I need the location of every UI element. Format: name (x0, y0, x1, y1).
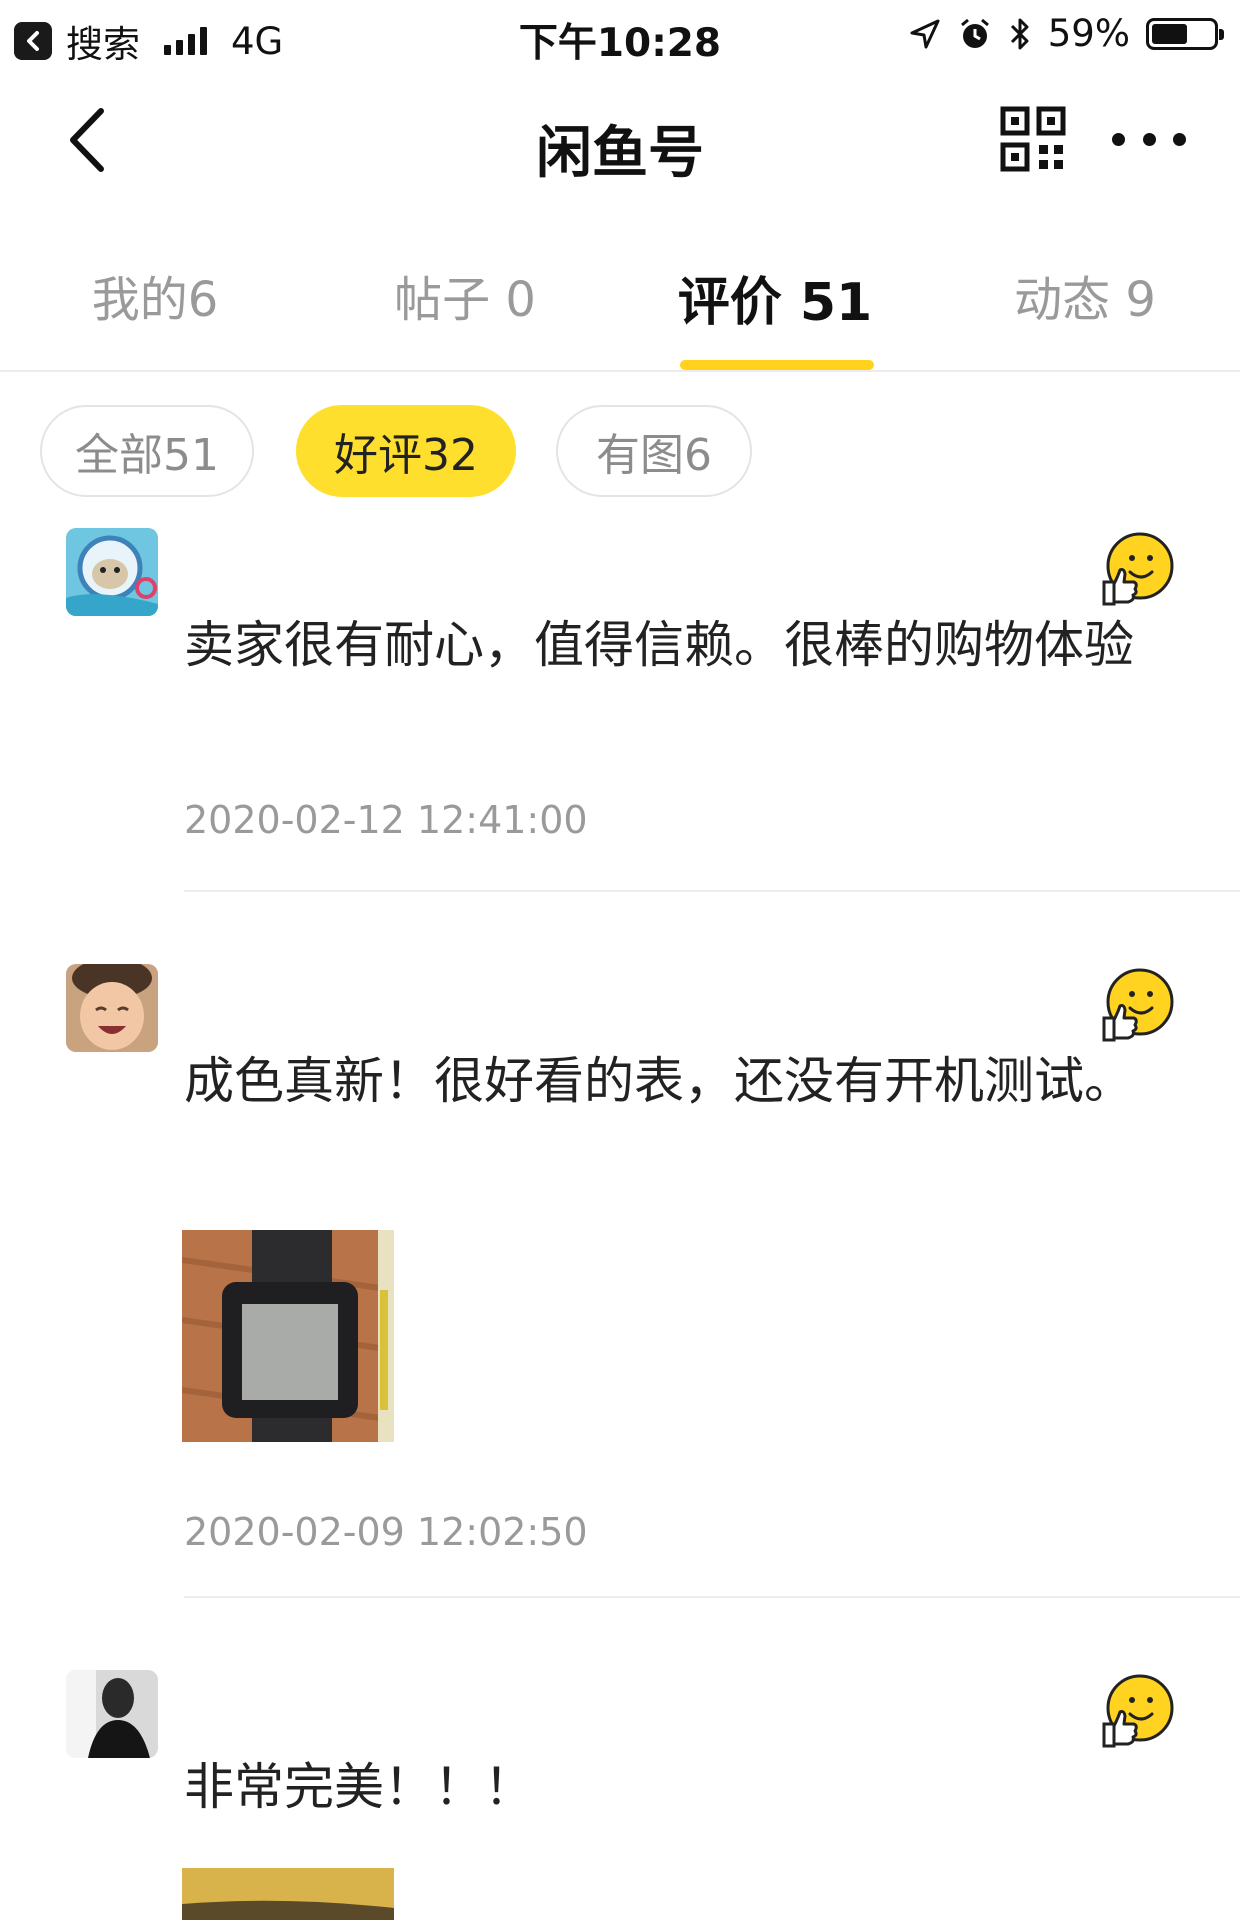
location-arrow-icon (910, 19, 940, 48)
navigation-bar: 闲鱼号 (0, 70, 1240, 210)
review-filters: 全部51 好评32 有图6 (0, 405, 1240, 501)
review-photo[interactable] (182, 1868, 394, 1920)
review-timestamp: 2020-02-09 12:02:50 (184, 1510, 588, 1554)
profile-tabs: 我的6 帖子 0 评价 51 动态 9 (0, 230, 1240, 372)
avatar[interactable] (66, 1670, 158, 1758)
battery-icon (1146, 17, 1224, 50)
tab-activity[interactable]: 动态 9 (930, 260, 1240, 330)
active-tab-indicator (680, 360, 874, 370)
filter-positive[interactable]: 好评32 (296, 405, 516, 497)
more-dots-icon (1112, 132, 1125, 146)
happy-thumbs-up-emoji-icon (1100, 968, 1176, 1044)
review-item: 成色真新！很好看的表，还没有开机测试。 2020-02-09 12:02:50 (0, 964, 1240, 1604)
avatar[interactable] (66, 528, 158, 616)
more-options-button[interactable] (1112, 122, 1186, 156)
tab-posts[interactable]: 帖子 0 (310, 260, 620, 330)
bluetooth-icon (1010, 18, 1029, 49)
review-item: 非常完美！！！ (0, 1670, 1240, 1920)
status-bar: 搜索 4G 下午10:28 59% (0, 0, 1240, 68)
happy-thumbs-up-emoji-icon (1100, 1674, 1176, 1750)
review-divider (184, 1596, 1240, 1598)
tab-reviews[interactable]: 评价 51 (620, 260, 930, 335)
review-text: 卖家很有耐心，值得信赖。很棒的购物体验 (184, 616, 1134, 674)
review-text: 非常完美！！！ (184, 1758, 534, 1816)
review-photo[interactable] (182, 1230, 394, 1442)
review-text: 成色真新！很好看的表，还没有开机测试。 (184, 1052, 1134, 1110)
qr-code-button[interactable] (1000, 106, 1066, 172)
qr-code-icon (1000, 106, 1066, 172)
battery-percent: 59% (1047, 12, 1130, 55)
avatar[interactable] (66, 964, 158, 1052)
tab-mine[interactable]: 我的6 (0, 260, 310, 330)
filter-with-photos[interactable]: 有图6 (556, 405, 752, 497)
review-divider (184, 890, 1240, 892)
battery-level (1152, 23, 1188, 44)
status-bar-right: 59% (908, 12, 1224, 55)
review-timestamp: 2020-02-12 12:41:00 (184, 798, 588, 842)
filter-all[interactable]: 全部51 (40, 405, 254, 497)
review-item: 卖家很有耐心，值得信赖。很棒的购物体验 2020-02-12 12:41:00 (0, 528, 1240, 898)
happy-thumbs-up-emoji-icon (1100, 532, 1176, 608)
alarm-clock-icon (960, 18, 989, 48)
